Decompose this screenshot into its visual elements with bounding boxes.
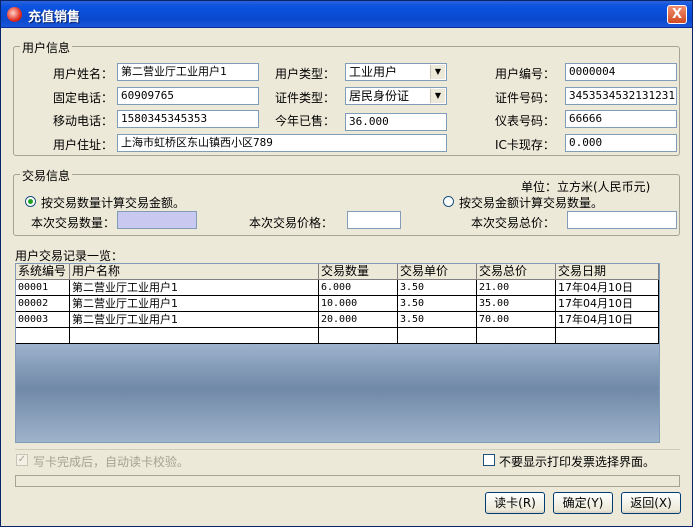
id-type-label: 证件类型：	[275, 91, 336, 105]
id-number-label: 证件号码：	[495, 91, 556, 105]
table-row[interactable]: 00002 第二营业厅工业用户1 10.000 3.50 35.00 17年04…	[16, 296, 659, 312]
table-cell: 3.50	[398, 280, 477, 296]
table-cell: 第二营业厅工业用户1	[70, 296, 319, 312]
table-cell: 3.50	[398, 296, 477, 312]
column-header[interactable]: 交易单价	[398, 264, 477, 280]
column-header[interactable]: 交易日期	[556, 264, 659, 280]
table-row[interactable]: 00001 第二营业厅工业用户1 6.000 3.50 21.00 17年04月…	[16, 280, 659, 296]
id-type-select[interactable]: 居民身份证 ▼	[345, 87, 447, 105]
auto-verify-label[interactable]: 写卡完成后，自动读卡校验。	[33, 453, 189, 470]
table-cell: 20.000	[319, 312, 398, 328]
hide-print-label[interactable]: 不要显示打印发票选择界面。	[499, 453, 655, 470]
table-cell: 17年04月10日	[556, 280, 659, 296]
table-cell: 10.000	[319, 296, 398, 312]
address-label: 用户住址：	[53, 138, 114, 152]
title-bar[interactable]: 充值销售 X	[1, 1, 692, 28]
table-cell: 17年04月10日	[556, 312, 659, 328]
phone-field[interactable]: 60909765	[117, 87, 259, 105]
user-type-select[interactable]: 工业用户 ▼	[345, 63, 447, 81]
ic-stock-field[interactable]: 0.000	[565, 134, 677, 152]
radio-by-amount[interactable]	[443, 196, 454, 207]
trade-info-legend: 交易信息	[20, 167, 73, 184]
user-info-legend: 用户信息	[20, 39, 73, 56]
address-field[interactable]: 上海市虹桥区东山镇西小区789	[117, 134, 447, 152]
user-type-value: 工业用户	[349, 65, 398, 79]
radio-by-amount-label[interactable]: 按交易金额计算交易数量。	[459, 194, 603, 211]
status-bar	[15, 475, 680, 487]
mobile-label: 移动电话：	[53, 114, 114, 128]
table-cell: 70.00	[477, 312, 556, 328]
table-header: 系统编号 用户名称 交易数量 交易单价 交易总价 交易日期	[16, 264, 659, 280]
read-card-button[interactable]: 读卡(R)	[485, 492, 545, 514]
table-cell: 21.00	[477, 280, 556, 296]
confirm-button[interactable]: 确定(Y)	[553, 492, 613, 514]
records-table[interactable]: 系统编号 用户名称 交易数量 交易单价 交易总价 交易日期 00001 第二营业…	[15, 263, 660, 443]
total-label: 本次交易总价：	[471, 216, 556, 230]
table-cell: 6.000	[319, 280, 398, 296]
total-input[interactable]	[567, 211, 677, 229]
table-cell	[477, 328, 556, 344]
price-label: 本次交易价格：	[249, 216, 334, 230]
table-row[interactable]	[16, 328, 659, 344]
table-cell: 00001	[16, 280, 70, 296]
divider	[15, 449, 680, 450]
column-header[interactable]: 用户名称	[70, 264, 319, 280]
user-number-field[interactable]: 0000004	[565, 63, 677, 81]
table-cell: 00003	[16, 312, 70, 328]
hide-print-checkbox[interactable]	[483, 454, 495, 466]
radio-by-quantity[interactable]	[25, 196, 36, 207]
id-type-value: 居民身份证	[349, 89, 410, 103]
quantity-label: 本次交易数量：	[31, 216, 116, 230]
ic-stock-label: IC卡现存：	[495, 138, 555, 152]
app-icon	[7, 7, 22, 22]
purchased-label: 今年已售：	[275, 114, 336, 128]
user-type-label: 用户类型：	[275, 67, 336, 81]
table-cell	[70, 328, 319, 344]
records-title: 用户交易记录一览：	[15, 249, 124, 263]
user-name-label: 用户姓名：	[53, 67, 114, 81]
meter-label: 仪表号码：	[495, 114, 556, 128]
close-button[interactable]: X	[667, 5, 687, 24]
table-cell: 35.00	[477, 296, 556, 312]
table-row[interactable]: 00003 第二营业厅工业用户1 20.000 3.50 70.00 17年04…	[16, 312, 659, 328]
user-name-field[interactable]: 第二营业厅工业用户1	[117, 63, 259, 81]
quantity-input[interactable]	[117, 211, 197, 229]
meter-field[interactable]: 66666	[565, 110, 677, 128]
table-cell: 17年04月10日	[556, 296, 659, 312]
purchased-field[interactable]: 36.000	[345, 113, 447, 131]
column-header[interactable]: 交易数量	[319, 264, 398, 280]
price-input[interactable]	[347, 211, 401, 229]
window-title: 充值销售	[28, 10, 81, 25]
column-header[interactable]: 交易总价	[477, 264, 556, 280]
table-cell	[398, 328, 477, 344]
unit-label: 单位：立方米(人民币元)	[521, 180, 651, 194]
column-header[interactable]: 系统编号	[16, 264, 70, 280]
chevron-down-icon[interactable]: ▼	[430, 89, 445, 103]
id-number-field[interactable]: 3453534532131231	[565, 87, 677, 105]
table-cell	[556, 328, 659, 344]
table-cell: 第二营业厅工业用户1	[70, 312, 319, 328]
chevron-down-icon[interactable]: ▼	[430, 65, 445, 79]
phone-label: 固定电话：	[53, 91, 114, 105]
table-cell: 第二营业厅工业用户1	[70, 280, 319, 296]
back-button[interactable]: 返回(X)	[621, 492, 681, 514]
table-cell	[319, 328, 398, 344]
radio-by-quantity-label[interactable]: 按交易数量计算交易金额。	[41, 194, 185, 211]
mobile-field[interactable]: 1580345345353	[117, 110, 259, 128]
table-cell: 00002	[16, 296, 70, 312]
recharge-sales-window: 充值销售 X 用户信息 用户姓名： 第二营业厅工业用户1 用户类型： 工业用户 …	[0, 0, 693, 527]
table-cell: 3.50	[398, 312, 477, 328]
auto-verify-checkbox[interactable]: ✓	[16, 454, 28, 466]
table-cell	[16, 328, 70, 344]
user-number-label: 用户编号：	[495, 67, 556, 81]
